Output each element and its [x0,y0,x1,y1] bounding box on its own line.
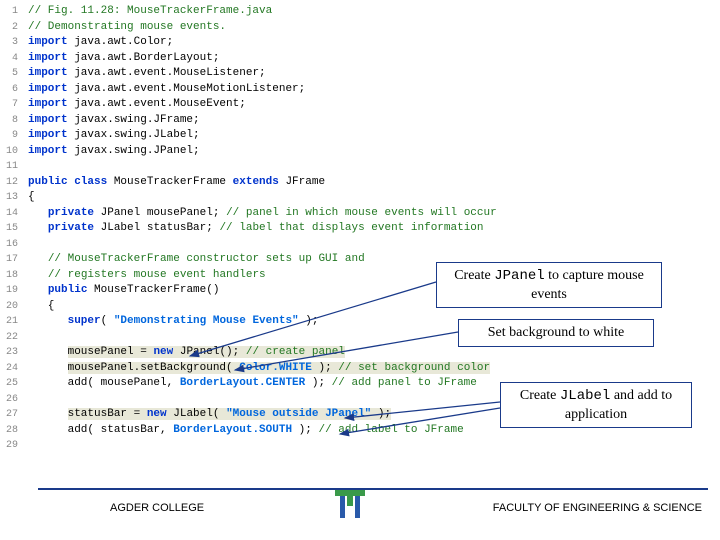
code-line: 12public class MouseTrackerFrame extends… [0,175,720,191]
line-number: 2 [0,20,28,36]
code-line: 4import java.awt.BorderLayout; [0,51,720,67]
code-line: 6import java.awt.event.MouseMotionListen… [0,82,720,98]
line-number: 17 [0,252,28,268]
line-number: 22 [0,330,28,346]
code-line: 14 private JPanel mousePanel; // panel i… [0,206,720,222]
line-number: 25 [0,376,28,392]
line-number: 1 [0,4,28,20]
line-number: 15 [0,221,28,237]
code-content: import java.awt.event.MouseListener; [28,66,266,82]
footer-left-text: AGDER COLLEGE [110,502,204,514]
logo-icon [330,484,370,524]
code-content: private JPanel mousePanel; // panel in w… [28,206,497,222]
code-line: 24 mousePanel.setBackground( Color.WHITE… [0,361,720,377]
code-content: public class MouseTrackerFrame extends J… [28,175,325,191]
code-content: import java.awt.event.MouseEvent; [28,97,246,113]
line-number: 23 [0,345,28,361]
footer-divider [38,488,708,490]
code-content: import javax.swing.JFrame; [28,113,200,129]
code-content: { [28,299,54,315]
code-content: import java.awt.event.MouseMotionListene… [28,82,305,98]
line-number: 29 [0,438,28,454]
code-line: 16 [0,237,720,253]
code-line: 1// Fig. 11.28: MouseTrackerFrame.java [0,4,720,20]
code-line: 11 [0,159,720,175]
code-content: // Fig. 11.28: MouseTrackerFrame.java [28,4,272,20]
code-content: statusBar = new JLabel( "Mouse outside J… [28,407,391,423]
footer-right-text: FACULTY OF ENGINEERING & SCIENCE [493,502,702,514]
line-number: 11 [0,159,28,175]
code-content: super( "Demonstrating Mouse Events" ); [28,314,318,330]
code-line: 10import javax.swing.JPanel; [0,144,720,160]
line-number: 13 [0,190,28,206]
line-number: 10 [0,144,28,160]
line-number: 28 [0,423,28,439]
line-number: 12 [0,175,28,191]
line-number: 27 [0,407,28,423]
line-number: 18 [0,268,28,284]
callout-jlabel: Create JLabel and add to application [500,382,692,428]
line-number: 14 [0,206,28,222]
line-number: 26 [0,392,28,408]
code-content: { [28,190,35,206]
line-number: 24 [0,361,28,377]
code-line: 2// Demonstrating mouse events. [0,20,720,36]
code-content: import java.awt.BorderLayout; [28,51,219,67]
code-content: // Demonstrating mouse events. [28,20,226,36]
callout-jpanel: Create JPanel to capture mouse events [436,262,662,308]
code-content: import javax.swing.JLabel; [28,128,200,144]
code-line: 5import java.awt.event.MouseListener; [0,66,720,82]
code-content: import javax.swing.JPanel; [28,144,200,160]
code-content: import java.awt.Color; [28,35,173,51]
footer: AGDER COLLEGE FACULTY OF ENGINEERING & S… [0,488,720,528]
line-number: 9 [0,128,28,144]
line-number: 7 [0,97,28,113]
code-content: private JLabel statusBar; // label that … [28,221,484,237]
line-number: 21 [0,314,28,330]
line-number: 6 [0,82,28,98]
line-number: 5 [0,66,28,82]
code-line: 8import javax.swing.JFrame; [0,113,720,129]
code-line: 13{ [0,190,720,206]
code-content: public MouseTrackerFrame() [28,283,219,299]
code-content: mousePanel.setBackground( Color.WHITE );… [28,361,490,377]
code-line: 9import javax.swing.JLabel; [0,128,720,144]
code-content: mousePanel = new JPanel(); // create pan… [28,345,345,361]
code-content: add( statusBar, BorderLayout.SOUTH ); //… [28,423,464,439]
code-line: 3import java.awt.Color; [0,35,720,51]
code-line: 7import java.awt.event.MouseEvent; [0,97,720,113]
code-line: 15 private JLabel statusBar; // label th… [0,221,720,237]
line-number: 4 [0,51,28,67]
callout-white: Set background to white [458,319,654,347]
line-number: 8 [0,113,28,129]
code-line: 29 [0,438,720,454]
line-number: 19 [0,283,28,299]
code-line: 23 mousePanel = new JPanel(); // create … [0,345,720,361]
code-content: // MouseTrackerFrame constructor sets up… [28,252,365,268]
code-content: add( mousePanel, BorderLayout.CENTER ); … [28,376,477,392]
line-number: 20 [0,299,28,315]
code-content: // registers mouse event handlers [28,268,266,284]
line-number: 3 [0,35,28,51]
line-number: 16 [0,237,28,253]
